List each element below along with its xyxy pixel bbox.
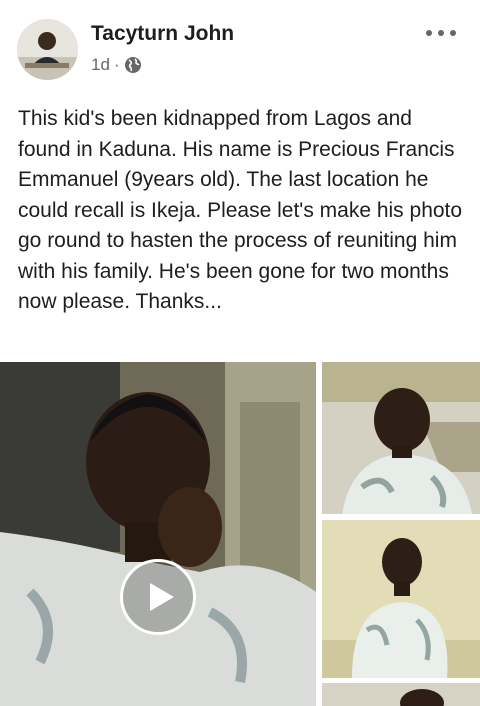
more-dot <box>426 30 432 36</box>
more-dot <box>438 30 444 36</box>
photo-thumbnail[interactable] <box>322 683 480 706</box>
more-dot <box>450 30 456 36</box>
post-text: This kid's been kidnapped from Lagos and… <box>18 107 463 313</box>
video-thumbnail[interactable] <box>0 362 316 706</box>
post-timestamp[interactable]: 1d <box>91 55 110 75</box>
photo-thumbnail[interactable] <box>322 520 480 678</box>
globe-icon <box>124 56 142 74</box>
author-avatar[interactable] <box>17 19 78 80</box>
photo-thumbnail[interactable] <box>322 362 480 514</box>
post-header: Tacyturn John 1d · <box>0 0 480 90</box>
meta-separator: · <box>113 55 120 74</box>
play-icon[interactable] <box>120 559 196 635</box>
post-meta: 1d · <box>91 55 142 75</box>
author-name[interactable]: Tacyturn John <box>91 22 234 46</box>
more-options-icon[interactable] <box>426 24 456 42</box>
post-media <box>0 362 480 706</box>
